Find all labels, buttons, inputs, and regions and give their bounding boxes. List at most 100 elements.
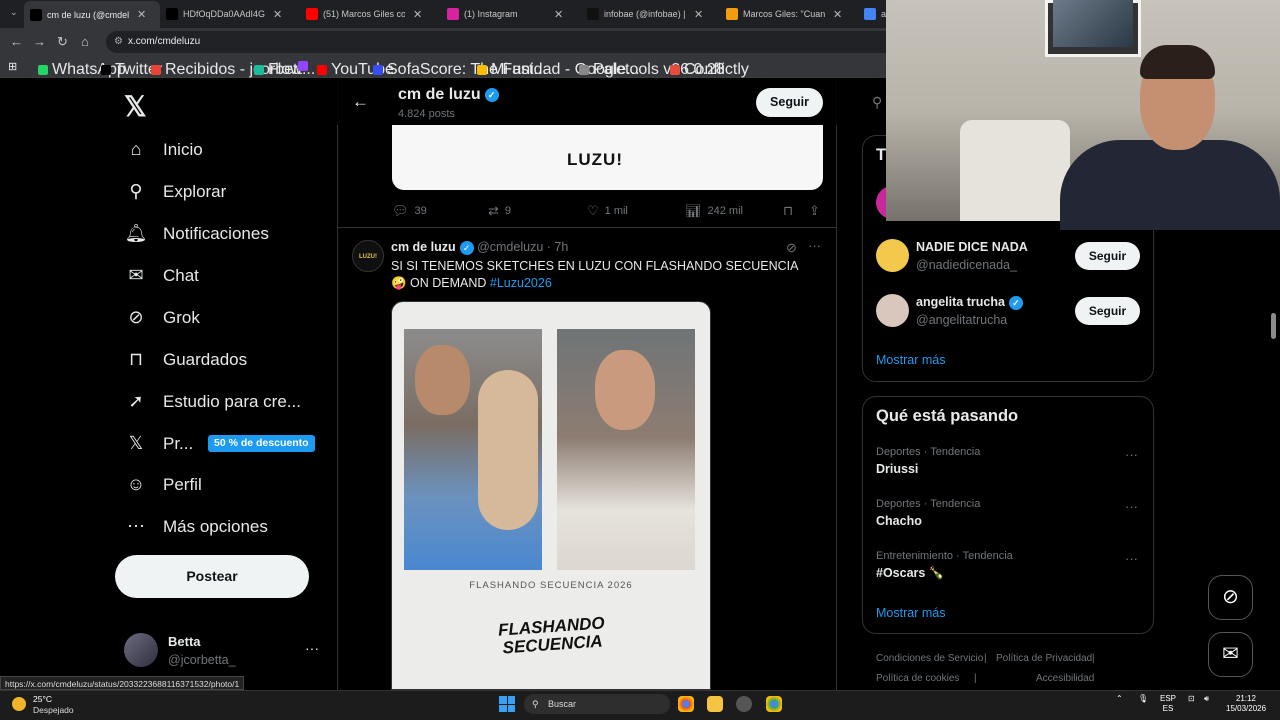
account-more-icon[interactable]: ··· <box>305 640 319 656</box>
reload-icon[interactable]: ↻ <box>57 34 68 50</box>
tweet-avatar[interactable]: LUZU! <box>352 240 384 272</box>
tab-title: infobae (@infobae) | TikTo <box>604 9 686 19</box>
sidebar-item-estudio-para-cre-[interactable]: ➚ Estudio para cre... <box>124 391 301 412</box>
tweet-handle[interactable]: @cmdeluzu <box>477 240 543 254</box>
apps-grid-icon[interactable]: ⊞ <box>8 60 17 73</box>
start-button-icon[interactable] <box>499 696 515 712</box>
browser-tab[interactable]: cm de luzu (@cmdeluzu) / X ✕ <box>24 1 160 28</box>
suggestion-handle[interactable]: @angelitatrucha <box>916 313 1007 327</box>
close-tab-icon[interactable]: ✕ <box>833 8 842 21</box>
browser-tab[interactable]: (1) Instagram ✕ <box>441 3 579 25</box>
sidebar-item-explorar[interactable]: ⚲ Explorar <box>124 181 226 202</box>
follow-profile-button[interactable]: Seguir <box>756 88 823 117</box>
grok-fab-icon[interactable]: ⊘ <box>1208 575 1253 620</box>
footer-link[interactable]: Política de Privacidad <box>996 653 1092 664</box>
sidebar-item-m-s-opciones[interactable]: ⋯ Más opciones <box>124 516 268 537</box>
lang-secondary: ES <box>1162 704 1174 713</box>
weather-desc[interactable]: Despejado <box>33 705 74 715</box>
grok-explain-icon[interactable]: ⊘ <box>786 240 797 256</box>
bookmark-item[interactable] <box>298 61 312 71</box>
account-handle[interactable]: @jcorbetta_ <box>168 653 236 667</box>
share-button[interactable]: ⇪ <box>809 203 826 219</box>
trend-name[interactable]: Chacho <box>876 514 922 528</box>
messages-fab-icon[interactable]: ✉ <box>1208 632 1253 677</box>
site-info-icon[interactable]: ⚙ <box>114 31 123 53</box>
post-button[interactable]: Postear <box>115 555 309 598</box>
sidebar-item-guardados[interactable]: ⊓ Guardados <box>124 349 247 370</box>
taskbar-search[interactable]: ⚲ Buscar <box>524 694 670 714</box>
views-button[interactable]: 📊︎ 242 mil <box>685 203 743 219</box>
browser-tab[interactable]: (51) Marcos Giles con Ma ✕ <box>300 3 439 25</box>
clock[interactable]: 21:12 15/03/2026 <box>1226 694 1266 714</box>
volume-icon[interactable]: 🔊︎ <box>1204 694 1209 704</box>
back-arrow-icon[interactable]: ← <box>352 92 369 112</box>
reply-button[interactable]: 💬︎ 39 <box>392 203 427 219</box>
trend-more-icon[interactable]: ··· <box>1125 551 1138 566</box>
account-name[interactable]: Betta <box>168 634 201 649</box>
url-text: x.com/cmdeluzu <box>128 36 201 47</box>
account-avatar[interactable] <box>124 633 158 667</box>
weather-moon-icon[interactable] <box>12 697 26 711</box>
home-browser-icon[interactable]: ⌂ <box>81 34 89 49</box>
url-field[interactable]: ⚙ x.com/cmdeluzu <box>106 31 896 53</box>
show-more-trends[interactable]: Mostrar más <box>876 606 945 620</box>
language-indicator[interactable]: ESP ES <box>1160 694 1176 714</box>
sidebar-item-inicio[interactable]: ⌂ Inicio <box>124 139 203 160</box>
views-icon: 📊︎ <box>685 203 702 218</box>
page-scrollbar[interactable] <box>1271 313 1276 339</box>
like-button[interactable]: ♡ 1 mil <box>587 203 628 219</box>
mic-icon[interactable]: 🎙︎ <box>1138 694 1148 704</box>
sidebar-item-perfil[interactable]: ☺ Perfil <box>124 474 202 495</box>
bookmark-item[interactable]: Conflictly <box>670 61 749 79</box>
close-tab-icon[interactable]: ✕ <box>554 8 563 21</box>
suggestion-name[interactable]: NADIE DICE NADA <box>916 240 1028 254</box>
tweet-more-icon[interactable]: ··· <box>808 238 821 253</box>
sidebar-item-pr-[interactable]: 𝕏 Pr... <box>124 433 194 454</box>
browser-tab[interactable]: al <box>858 3 886 25</box>
repost-button[interactable]: ⇄ 9 <box>488 203 511 219</box>
close-tab-icon[interactable]: ✕ <box>137 8 146 21</box>
trend-meta: Entretenimiento · Tendencia <box>876 550 1013 562</box>
trend-more-icon[interactable]: ··· <box>1125 447 1138 462</box>
file-explorer-taskbar-icon[interactable] <box>707 696 723 712</box>
app-taskbar-icon[interactable] <box>736 696 752 712</box>
suggestion-avatar[interactable] <box>876 294 909 327</box>
network-icon[interactable]: ⊡ <box>1188 694 1195 704</box>
trend-name[interactable]: Driussi <box>876 462 918 476</box>
footer-link[interactable]: Política de cookies <box>876 673 959 684</box>
browser-tab[interactable]: infobae (@infobae) | TikTo ✕ <box>581 3 718 25</box>
weather-temp[interactable]: 25°C <box>33 694 52 704</box>
footer-link[interactable]: Accesibilidad <box>1036 673 1094 684</box>
close-tab-icon[interactable]: ✕ <box>694 8 703 21</box>
chrome-taskbar-icon[interactable] <box>678 696 694 712</box>
close-tab-icon[interactable]: ✕ <box>413 8 422 21</box>
suggestion-avatar[interactable] <box>876 239 909 272</box>
back-icon[interactable]: ← <box>10 34 23 49</box>
suggestion-name[interactable]: angelita trucha ✓ <box>916 295 1023 310</box>
bookmark-item[interactable]: Flow <box>254 61 302 79</box>
tab-search-icon[interactable]: ⌄ <box>10 7 18 18</box>
trend-more-icon[interactable]: ··· <box>1125 499 1138 514</box>
tweet-author-name[interactable]: cm de luzu <box>391 240 456 254</box>
browser-tab[interactable]: Marcos Giles: "Cuando es ✕ <box>720 3 856 25</box>
suggestion-handle[interactable]: @nadiedicenada_ <box>916 258 1017 272</box>
search-icon[interactable]: ⚲ <box>872 94 882 111</box>
footer-link[interactable]: Condiciones de Servicio <box>876 653 983 664</box>
browser-tab[interactable]: HDfOqDDa0AAdI4G (1200 ✕ <box>160 3 298 25</box>
trend-name[interactable]: #Oscars 🍾 <box>876 566 944 581</box>
chrome-alt-taskbar-icon[interactable] <box>766 696 782 712</box>
bookmark-post-button[interactable]: ⊓ <box>783 203 799 219</box>
sidebar-item-chat[interactable]: ✉ Chat <box>124 265 198 286</box>
close-tab-icon[interactable]: ✕ <box>273 8 282 21</box>
x-logo-icon[interactable]: 𝕏 <box>124 90 147 123</box>
tray-chevron-icon[interactable]: ⌃ <box>1116 694 1123 704</box>
promo-badge[interactable]: 50 % de descuento <box>208 435 315 452</box>
show-more-follow[interactable]: Mostrar más <box>876 353 945 367</box>
follow-button[interactable]: Seguir <box>1075 242 1140 270</box>
sidebar-item-notificaciones[interactable]: 🔔︎ Notificaciones <box>124 223 269 244</box>
tweet-time[interactable]: · 7h <box>547 240 569 254</box>
sidebar-item-grok[interactable]: ⊘ Grok <box>124 307 199 328</box>
follow-button[interactable]: Seguir <box>1075 297 1140 325</box>
forward-icon[interactable]: → <box>33 34 46 49</box>
tweet-hashtag[interactable]: #Luzu2026 <box>490 276 552 290</box>
